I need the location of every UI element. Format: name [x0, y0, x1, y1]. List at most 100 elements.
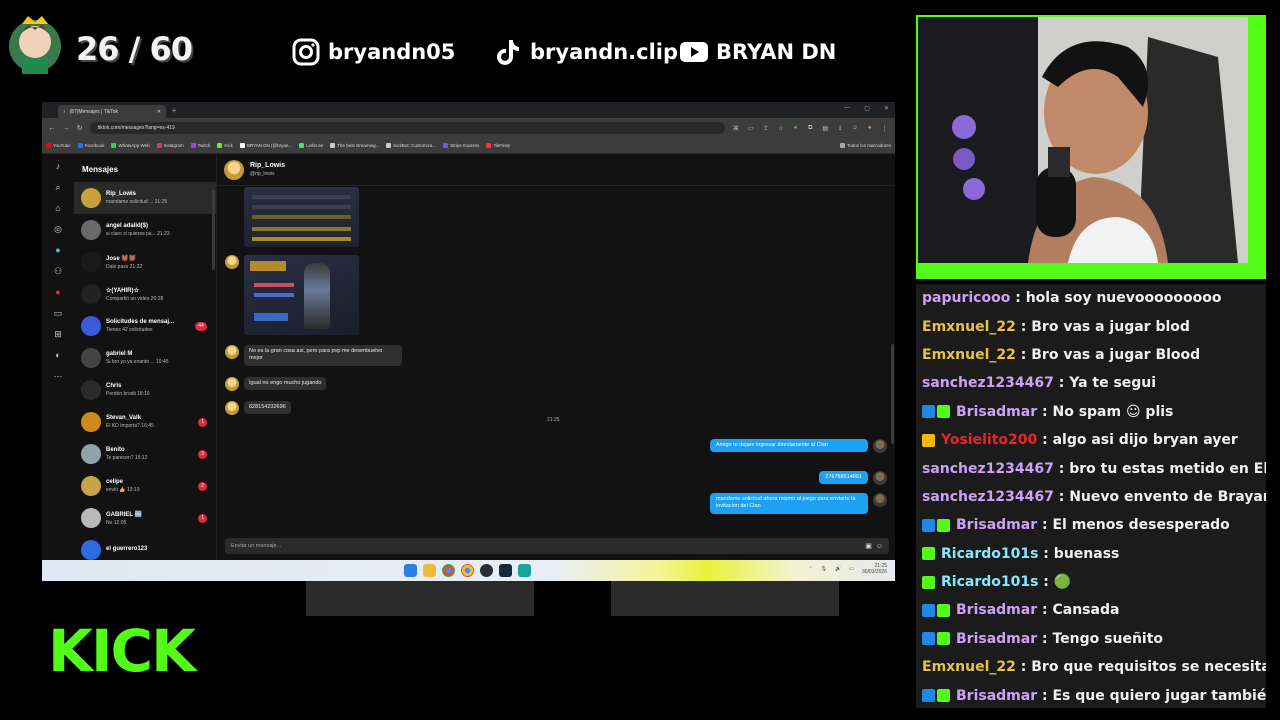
bookmark-item[interactable]: KickBot: Customiza... [386, 143, 436, 148]
chat-name[interactable]: Rip_Lowis [250, 162, 285, 169]
explore-icon[interactable]: ◎ [52, 223, 64, 235]
outgoing-message[interactable]: 276788514891 [819, 471, 868, 485]
obs-icon[interactable] [480, 564, 493, 577]
share-icon[interactable]: ⇪ [761, 125, 770, 132]
media-icon[interactable]: ♫ [850, 125, 859, 131]
emoji-icon[interactable]: ☺ [876, 543, 883, 550]
windows-start-icon[interactable] [404, 564, 417, 577]
app-icon[interactable] [518, 564, 531, 577]
volume-icon[interactable]: 🔊 [835, 566, 841, 572]
home-icon[interactable]: ⌂ [52, 202, 64, 214]
tiktok-logo-icon[interactable]: ♪ [52, 160, 64, 172]
search-icon[interactable]: ⌕ [52, 181, 64, 193]
incoming-message[interactable]: Igual no engo mucho jugando [244, 377, 327, 391]
incoming-message[interactable]: No es la gran cosa asi, pero para pvp me… [244, 345, 402, 366]
incoming-message[interactable]: 828154232696 [244, 401, 291, 415]
bookmark-item[interactable]: Instagram [156, 143, 184, 148]
battery-icon[interactable]: ▭ [849, 566, 854, 572]
sidebar-toggle-icon[interactable]: ▤ [821, 125, 830, 132]
conversation-item[interactable]: Benito Te parecen? 15:12 3 [74, 438, 216, 470]
file-explorer-icon[interactable] [423, 564, 436, 577]
bookmark-item[interactable]: Kick [217, 143, 233, 148]
conversation-item[interactable]: Rip_Lowis mandame solicitud ... 21:25 [74, 182, 216, 214]
maximize-icon[interactable]: ▢ [864, 105, 870, 112]
sender-avatar [225, 255, 239, 269]
conversation-item[interactable]: Solicitudes de mensaj... Tienes 42 solici… [74, 310, 216, 342]
extension-green-icon[interactable]: ● [791, 125, 800, 131]
chat-message: papuricooo : hola soy nuevooooooooo [916, 284, 1266, 312]
profile-avatar-icon[interactable]: ◐ [52, 349, 64, 361]
chat-message: Ricardo101s : buenass [916, 540, 1266, 568]
image-attach-icon[interactable]: ▣ [865, 542, 872, 550]
cast-icon[interactable]: ▭ [746, 125, 755, 132]
conversation-scrollbar[interactable] [212, 190, 215, 270]
conversation-item[interactable]: angel adalid($) si claro si quieres pa...… [74, 214, 216, 246]
conversation-item[interactable]: el guerrero123 [74, 534, 216, 560]
badge-icon [922, 547, 935, 561]
conversation-preview: Dale pass 21:22 [106, 263, 143, 270]
bookmark-item[interactable]: YouTube [46, 143, 71, 148]
chat-scrollbar[interactable] [891, 344, 894, 444]
shared-image-character[interactable] [244, 255, 359, 335]
menu-dots-icon[interactable]: ⋮ [880, 125, 889, 132]
extensions-icon[interactable]: ⧉ [806, 125, 815, 132]
microphone-icon[interactable]: 🎙 [821, 566, 827, 572]
all-bookmarks[interactable]: Todos los marcadores [839, 143, 891, 148]
minimize-icon[interactable]: — [844, 105, 850, 112]
chat-username: Yosielito200 [941, 432, 1038, 449]
chat-separator: : [1037, 403, 1053, 420]
conversation-item[interactable]: Jose 👹👹 Dale pass 21:22 [74, 246, 216, 278]
chat-message: Brisadmar : Es que quiero jugar también … [916, 681, 1266, 708]
tab-tiktok-messages[interactable]: ♪ (87)Mensajes | TikTok ✕ [58, 105, 166, 118]
bookmark-item[interactable]: The best streaming... [330, 143, 379, 148]
live-icon[interactable]: ● [52, 244, 64, 256]
outgoing-message[interactable]: Amigo te dejare ingresar directamente al… [710, 439, 868, 453]
bookmark-item[interactable]: TikFinity [486, 143, 510, 148]
bookmark-item[interactable]: Twitch [190, 143, 210, 148]
chat-text: Nuevo envento de Brayan se [1069, 488, 1266, 505]
conversation-preview: Si bro yo ya enanto ... 19:45 [106, 359, 169, 365]
taskbar-clock[interactable]: 21:25 30/03/2026 [862, 563, 887, 575]
avatar [81, 284, 101, 304]
chat-avatar[interactable] [224, 159, 244, 180]
conversation-item[interactable]: Chris Perdón brodii 18:16 [74, 374, 216, 406]
conversation-item[interactable]: Stevan_Valk El KD Importa? 16:45 1 [74, 406, 216, 438]
reload-icon[interactable]: ↻ [76, 124, 84, 132]
conversation-item[interactable]: ☆(YAHIR)☆ Compartió un video 20:28 [74, 278, 216, 310]
star-icon[interactable]: ☆ [776, 125, 785, 132]
bookmark-item[interactable]: Linktr.ee [299, 143, 323, 148]
conversation-item[interactable]: celipe envió 👍 13:19 2 [74, 470, 216, 502]
messages-icon[interactable]: ▭ [52, 307, 64, 319]
back-icon[interactable]: ← [48, 125, 56, 132]
message-input[interactable] [231, 543, 862, 549]
close-window-icon[interactable]: ✕ [884, 105, 889, 112]
more-icon[interactable]: ⋯ [52, 370, 64, 382]
profile-icon[interactable]: ● [865, 125, 874, 131]
bookmark-item[interactable]: WhatsApp Web [111, 143, 150, 148]
conversation-item[interactable]: gabriel M Si bro yo ya enanto ... 19:45 [74, 342, 216, 374]
bookmark-item[interactable]: Stripe Express [443, 143, 479, 148]
bookmark-item[interactable]: Facebook [77, 143, 104, 148]
close-tab-icon[interactable]: ✕ [157, 109, 161, 115]
outgoing-message[interactable]: mandame solicitud ahora mismo al juego p… [710, 493, 868, 514]
badge-icon [937, 518, 950, 532]
translate-icon[interactable]: ⌘ [731, 125, 740, 132]
steam-icon[interactable] [499, 564, 512, 577]
following-icon[interactable]: ⚇ [52, 265, 64, 277]
activity-icon[interactable]: ● [52, 286, 64, 298]
chat-text: El menos desesperado [1052, 517, 1230, 534]
new-tab-button[interactable]: + [172, 105, 176, 118]
download-icon[interactable]: ⤓ [836, 125, 845, 132]
upload-icon[interactable]: ⊞ [52, 328, 64, 340]
bookmark-label: TikFinity [493, 143, 511, 148]
chrome-icon[interactable] [461, 564, 474, 577]
address-bar[interactable]: tiktok.com/messages?lang=es-419 [89, 122, 726, 134]
chrome-profile-icon[interactable] [442, 564, 455, 577]
bookmark-item[interactable]: BRYAN DN (@bryan... [239, 143, 292, 148]
tray-chevron-icon[interactable]: ⌃ [808, 566, 812, 572]
badge-icon [922, 632, 935, 646]
forward-icon[interactable]: → [62, 125, 70, 132]
shared-image-stats[interactable] [244, 187, 359, 247]
conversation-item[interactable]: GABRIEL 🆒 No 12:05 1 [74, 502, 216, 534]
incoming-image-row [225, 255, 359, 335]
